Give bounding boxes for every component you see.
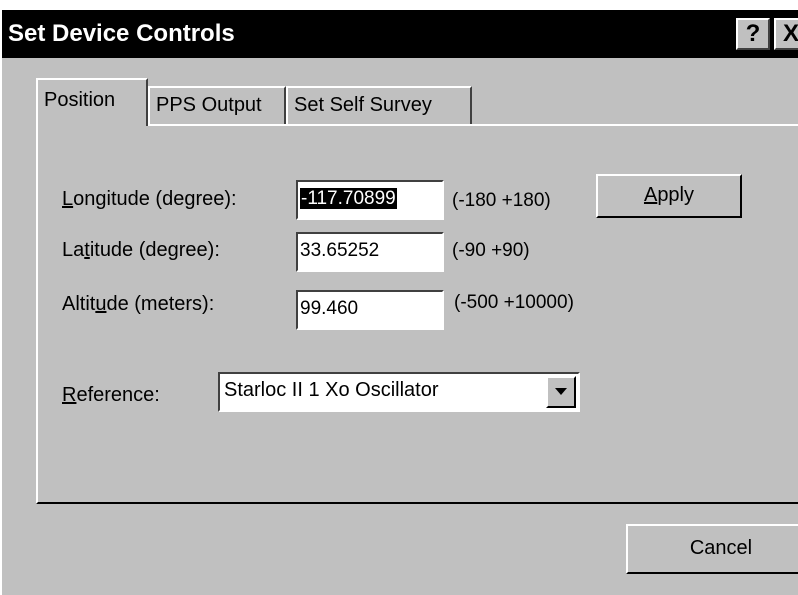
reference-selected-value: Starloc II 1 Xo Oscillator [224, 379, 439, 401]
reference-label: Reference: [62, 384, 160, 407]
altitude-label-pre: Altit [62, 293, 96, 315]
longitude-label: Longitude (degree): [62, 188, 237, 211]
cancel-label: Cancel [689, 537, 753, 559]
help-button[interactable]: ? [736, 18, 770, 50]
reference-select[interactable]: Starloc II 1 Xo Oscillator [218, 372, 580, 412]
altitude-value: 99.460 [300, 298, 359, 319]
latitude-label-pre: La [62, 239, 85, 261]
apply-label: pply [657, 184, 695, 206]
chevron-down-icon [555, 388, 567, 395]
apply-access-key: A [643, 184, 658, 206]
reference-label-text: eference: [76, 384, 160, 406]
altitude-input[interactable]: 99.460 [296, 290, 444, 330]
tab-set-self-survey-label: Set Self Survey [294, 94, 432, 116]
longitude-input[interactable]: -117.70899 [296, 180, 444, 220]
altitude-range: (-500 +10000) [454, 292, 574, 313]
latitude-value: 33.65252 [300, 240, 380, 261]
apply-button[interactable]: Apply [596, 174, 742, 218]
latitude-range: (-90 +90) [452, 240, 530, 261]
reference-access-key: R [62, 384, 77, 406]
tab-set-self-survey[interactable]: Set Self Survey [286, 86, 472, 124]
tab-position[interactable]: Position [36, 78, 148, 126]
dialog-window: Set Device Controls ? X Position PPS Out… [0, 10, 798, 595]
latitude-label: Latitude (degree): [62, 239, 220, 262]
cancel-button[interactable]: Cancel [626, 524, 798, 574]
help-icon: ? [745, 20, 761, 47]
longitude-value: -117.70899 [300, 188, 397, 209]
longitude-access-key: L [62, 188, 74, 210]
close-button[interactable]: X [774, 18, 798, 50]
close-icon: X [782, 20, 798, 47]
tab-position-label: Position [44, 89, 116, 111]
window-title: Set Device Controls [8, 20, 235, 47]
longitude-label-text: ongitude (degree): [73, 188, 237, 210]
altitude-access-key: u [95, 293, 107, 315]
tab-pps-output-label: PPS Output [156, 94, 262, 116]
latitude-label-post: itude (degree): [89, 239, 220, 261]
altitude-label: Altitude (meters): [62, 293, 214, 316]
altitude-label-post: de (meters): [106, 293, 215, 315]
latitude-input[interactable]: 33.65252 [296, 232, 444, 272]
title-bar[interactable]: Set Device Controls ? X [2, 10, 798, 58]
tab-pps-output[interactable]: PPS Output [148, 86, 286, 124]
reference-dropdown-button[interactable] [546, 376, 576, 408]
longitude-range: (-180 +180) [452, 190, 551, 211]
